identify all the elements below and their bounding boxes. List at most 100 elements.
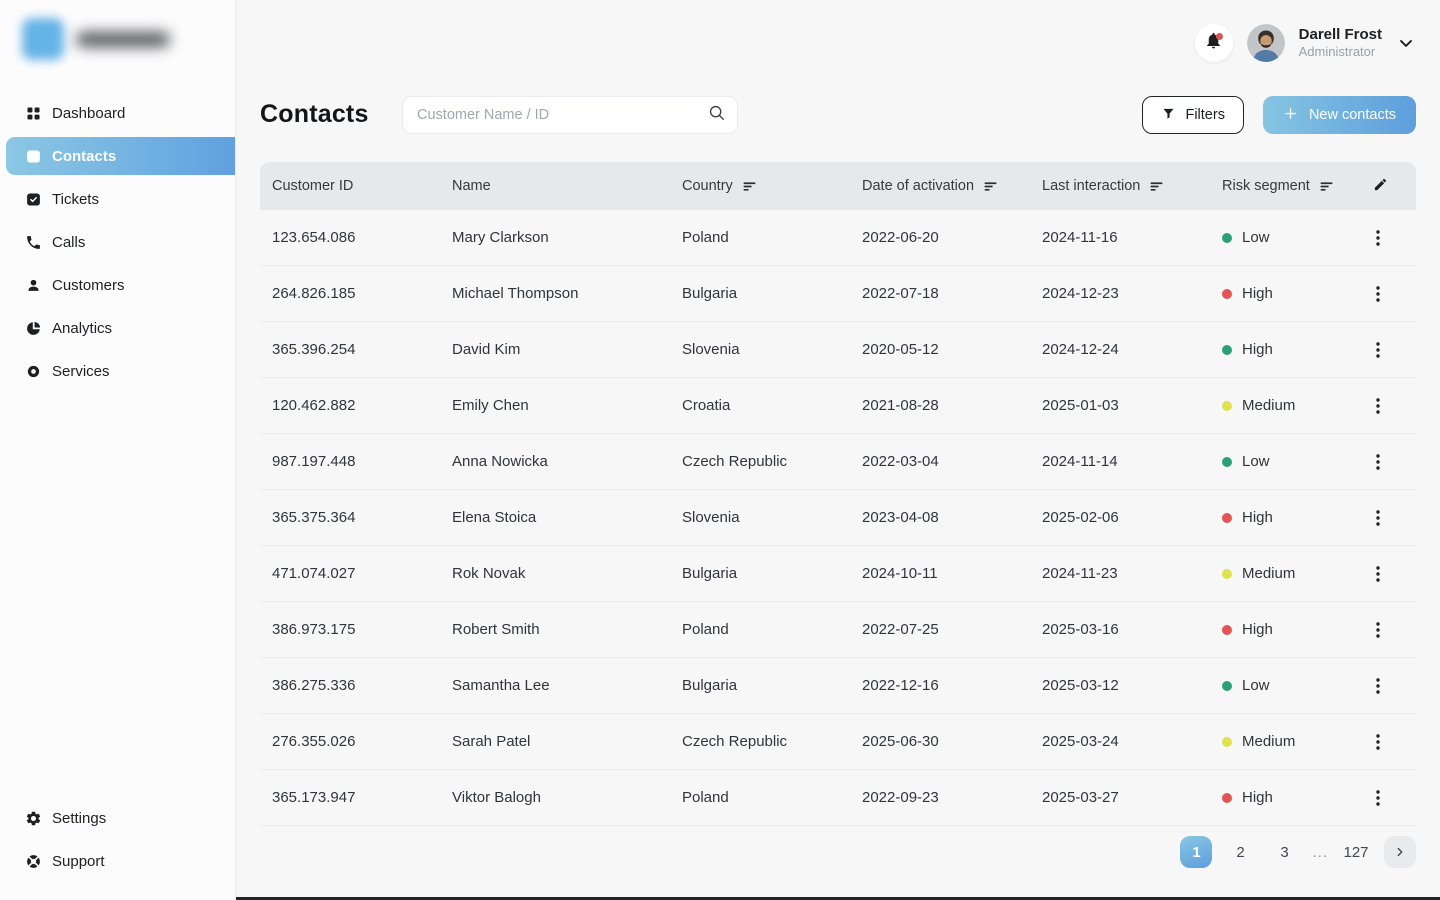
cell-date-of-activation: 2022-06-20 — [850, 229, 1030, 246]
analytics-icon — [24, 319, 42, 337]
cell-country: Slovenia — [670, 341, 850, 358]
cell-country: Bulgaria — [670, 565, 850, 582]
risk-label: Medium — [1242, 397, 1295, 414]
risk-label: Low — [1242, 677, 1270, 694]
cell-country: Bulgaria — [670, 285, 850, 302]
filters-button[interactable]: Filters — [1142, 96, 1243, 134]
sidebar-item-support[interactable]: Support — [6, 842, 235, 880]
cell-date-of-activation: 2021-08-28 — [850, 397, 1030, 414]
sidebar-item-label: Support — [52, 853, 105, 870]
filters-label: Filters — [1185, 107, 1224, 123]
cell-country: Czech Republic — [670, 453, 850, 470]
pagination-next-button[interactable] — [1384, 836, 1416, 868]
sidebar-item-dashboard[interactable]: Dashboard — [6, 94, 235, 132]
sort-icon[interactable] — [1319, 179, 1334, 194]
row-menu-button[interactable] — [1370, 509, 1386, 527]
page-title: Contacts — [260, 100, 369, 129]
cell-name: Elena Stoica — [440, 509, 670, 526]
sidebar-item-contacts[interactable]: Contacts — [6, 137, 235, 175]
dashboard-icon — [24, 104, 42, 122]
cell-last-interaction: 2025-03-12 — [1030, 677, 1210, 694]
sidebar-item-services[interactable]: Services — [6, 352, 235, 390]
row-menu-button[interactable] — [1370, 621, 1386, 639]
column-label: Risk segment — [1222, 178, 1310, 194]
chevron-right-icon — [1393, 845, 1407, 859]
pencil-icon — [1373, 177, 1388, 196]
notifications-button[interactable] — [1195, 24, 1233, 62]
column-header-last-interaction: Last interaction — [1030, 178, 1210, 194]
table-row[interactable]: 386.275.336 Samantha Lee Bulgaria 2022-1… — [260, 658, 1416, 714]
row-menu-button[interactable] — [1370, 677, 1386, 695]
pagination-page-1[interactable]: 1 — [1180, 836, 1212, 868]
sidebar-item-settings[interactable]: Settings — [6, 799, 235, 837]
cell-customer-id: 123.654.086 — [260, 229, 440, 246]
cell-last-interaction: 2024-12-24 — [1030, 341, 1210, 358]
table-row[interactable]: 123.654.086 Mary Clarkson Poland 2022-06… — [260, 210, 1416, 266]
sort-icon[interactable] — [742, 179, 757, 194]
row-menu-button[interactable] — [1370, 397, 1386, 415]
table-row[interactable]: 987.197.448 Anna Nowicka Czech Republic … — [260, 434, 1416, 490]
cell-name: Anna Nowicka — [440, 453, 670, 470]
pagination-ellipsis: ... — [1312, 844, 1328, 861]
table-row[interactable]: 276.355.026 Sarah Patel Czech Republic 2… — [260, 714, 1416, 770]
table-row[interactable]: 120.462.882 Emily Chen Croatia 2021-08-2… — [260, 378, 1416, 434]
table-row[interactable]: 365.173.947 Viktor Balogh Poland 2022-09… — [260, 770, 1416, 826]
column-header-name: Name — [440, 178, 670, 194]
table-row[interactable]: 386.973.175 Robert Smith Poland 2022-07-… — [260, 602, 1416, 658]
risk-label: Medium — [1242, 565, 1295, 582]
user-block: Darell Frost Administrator — [1299, 26, 1382, 61]
cell-name: Michael Thompson — [440, 285, 670, 302]
table-row[interactable]: 365.375.364 Elena Stoica Slovenia 2023-0… — [260, 490, 1416, 546]
new-contacts-label: New contacts — [1309, 107, 1396, 123]
row-menu-button[interactable] — [1370, 453, 1386, 471]
risk-dot — [1222, 681, 1232, 691]
table-row[interactable]: 264.826.185 Michael Thompson Bulgaria 20… — [260, 266, 1416, 322]
sidebar-item-customers[interactable]: Customers — [6, 266, 235, 304]
sidebar-item-calls[interactable]: Calls — [6, 223, 235, 261]
sidebar: Dashboard Contacts Tickets Calls Custome… — [0, 0, 236, 900]
search-input[interactable] — [417, 107, 708, 123]
table-row[interactable]: 471.074.027 Rok Novak Bulgaria 2024-10-1… — [260, 546, 1416, 602]
chevron-down-icon[interactable] — [1396, 33, 1416, 53]
avatar[interactable] — [1247, 24, 1285, 62]
row-menu-button[interactable] — [1370, 341, 1386, 359]
search-bar — [402, 96, 738, 134]
row-menu-button[interactable] — [1370, 733, 1386, 751]
column-header-risk-segment: Risk segment — [1210, 178, 1360, 194]
risk-label: Medium — [1242, 733, 1295, 750]
cell-name: Emily Chen — [440, 397, 670, 414]
sidebar-item-label: Services — [52, 363, 110, 380]
cell-date-of-activation: 2023-04-08 — [850, 509, 1030, 526]
sidebar-item-analytics[interactable]: Analytics — [6, 309, 235, 347]
pagination-page-3[interactable]: 3 — [1268, 836, 1300, 868]
contacts-icon — [24, 147, 42, 165]
sort-icon[interactable] — [1149, 179, 1164, 194]
cell-customer-id: 264.826.185 — [260, 285, 440, 302]
pagination-page-2[interactable]: 2 — [1224, 836, 1256, 868]
table-row[interactable]: 365.396.254 David Kim Slovenia 2020-05-1… — [260, 322, 1416, 378]
risk-label: High — [1242, 341, 1273, 358]
row-menu-button[interactable] — [1370, 789, 1386, 807]
cell-date-of-activation: 2025-06-30 — [850, 733, 1030, 750]
cell-country: Czech Republic — [670, 733, 850, 750]
new-contacts-button[interactable]: New contacts — [1263, 96, 1416, 134]
cell-risk-segment: High — [1210, 621, 1360, 638]
cell-customer-id: 365.375.364 — [260, 509, 440, 526]
sidebar-item-tickets[interactable]: Tickets — [6, 180, 235, 218]
row-menu-button[interactable] — [1370, 229, 1386, 247]
risk-dot — [1222, 569, 1232, 579]
cell-risk-segment: High — [1210, 509, 1360, 526]
main-content: Darell Frost Administrator Contacts Filt… — [236, 0, 1440, 900]
sort-icon[interactable] — [983, 179, 998, 194]
row-menu-button[interactable] — [1370, 285, 1386, 303]
search-icon[interactable] — [708, 104, 725, 126]
support-icon — [24, 852, 42, 870]
row-menu-button[interactable] — [1370, 565, 1386, 583]
edit-columns-button[interactable] — [1360, 177, 1416, 196]
pagination-page-127[interactable]: 127 — [1340, 836, 1372, 868]
cell-risk-segment: Medium — [1210, 733, 1360, 750]
cell-risk-segment: High — [1210, 285, 1360, 302]
risk-dot — [1222, 401, 1232, 411]
sidebar-item-label: Customers — [52, 277, 125, 294]
sidebar-footer-nav: Settings Support — [0, 799, 235, 880]
